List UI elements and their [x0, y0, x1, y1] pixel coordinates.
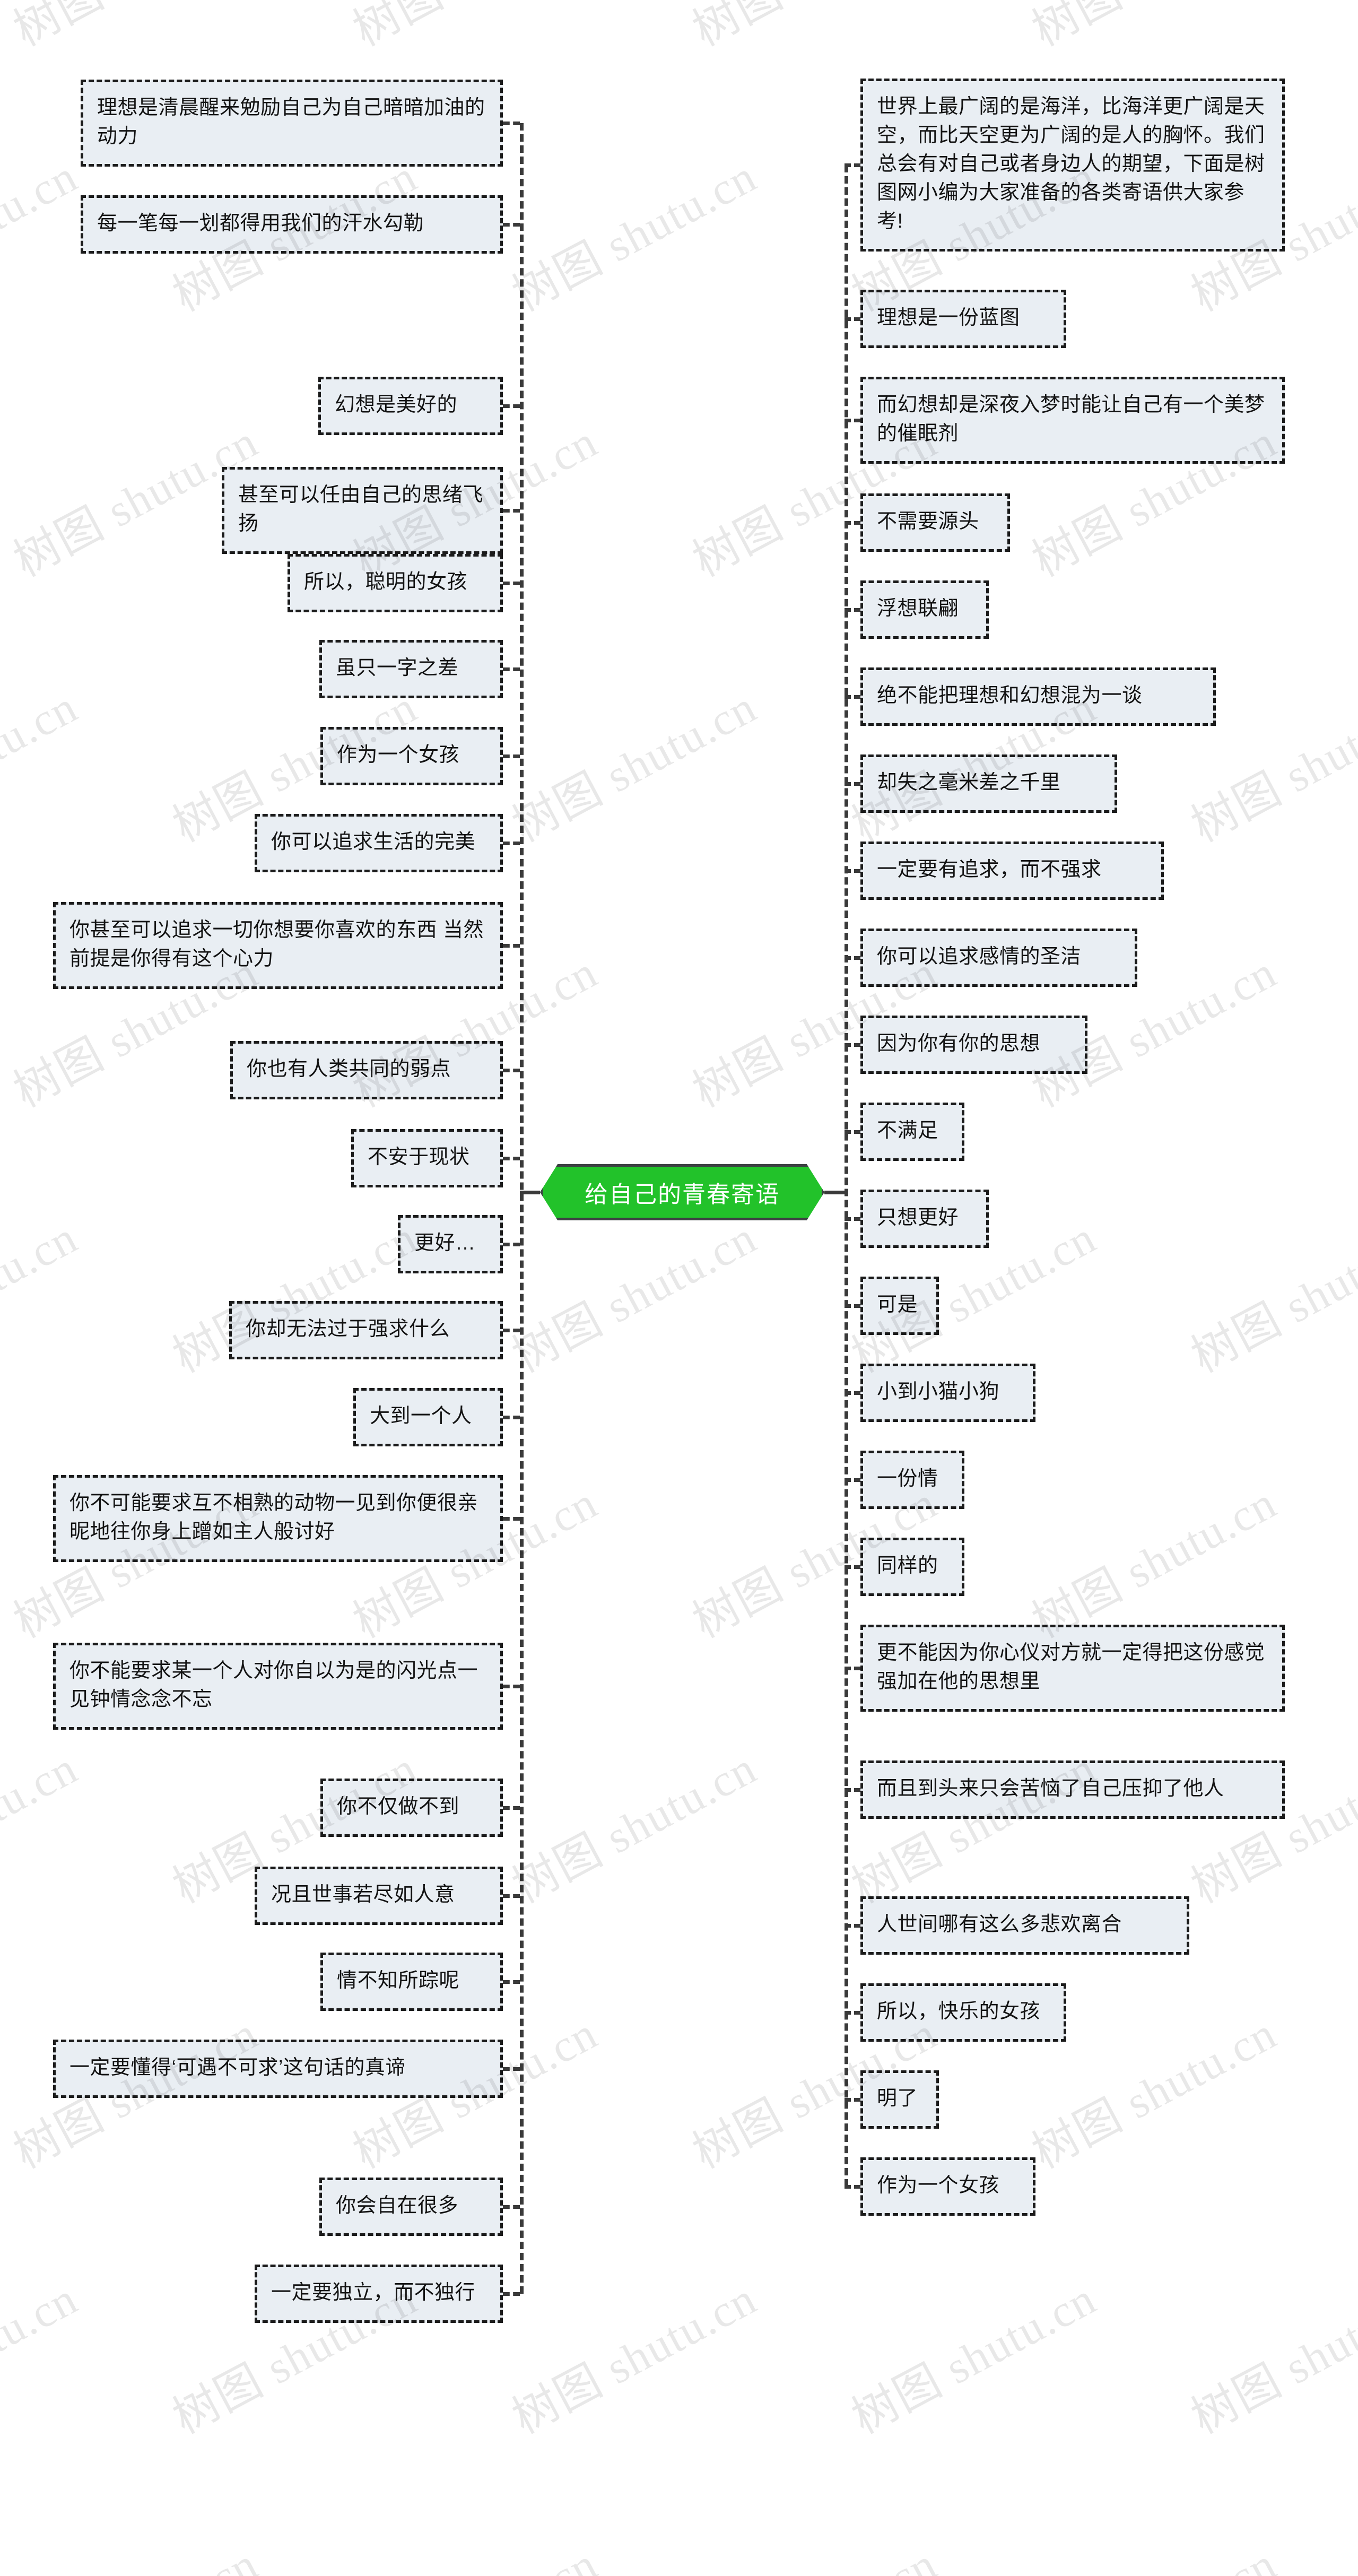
mindmap-node-left-1[interactable]: 理想是清晨醒来勉励自己为自己暗暗加油的动力 — [81, 80, 503, 167]
left-branch-spine — [520, 123, 524, 2294]
branch-connector — [503, 223, 520, 227]
mindmap-node-left-16[interactable]: 你不能要求某一个人对你自以为是的闪光点一见钟情念念不忘 — [53, 1643, 503, 1730]
mindmap-node-left-19[interactable]: 情不知所踪呢 — [320, 1953, 503, 2011]
mindmap-node-left-14[interactable]: 大到一个人 — [353, 1388, 503, 1446]
mindmap-node-right-17[interactable]: 更不能因为你心仪对方就一定得把这份感觉强加在他的思想里 — [860, 1625, 1285, 1712]
watermark-text: 树图 shutu.cn — [504, 1211, 765, 1383]
mindmap-node-right-6[interactable]: 绝不能把理想和幻想混为一谈 — [860, 667, 1216, 726]
watermark-text: 树图 shutu.cn — [504, 150, 765, 322]
branch-connector — [503, 842, 520, 845]
mindmap-node-right-9[interactable]: 你可以追求感情的圣洁 — [860, 929, 1137, 987]
right-branch-spine — [845, 165, 848, 2187]
mindmap-node-right-21[interactable]: 明了 — [860, 2070, 939, 2129]
watermark-text: 树图 shutu.cn — [0, 0, 267, 58]
branch-connector — [503, 944, 520, 948]
mindmap-node-left-15[interactable]: 你不可能要求互不相熟的动物一见到你便很亲昵地往你身上蹭如主人般讨好 — [53, 1475, 503, 1562]
mindmap-node-right-5[interactable]: 浮想联翩 — [860, 580, 989, 639]
root-connector-left — [520, 1191, 540, 1194]
branch-connector — [503, 1416, 520, 1419]
mindmap-node-right-8[interactable]: 一定要有追求，而不强求 — [860, 842, 1164, 900]
mindmap-node-right-12[interactable]: 只想更好 — [860, 1190, 989, 1248]
watermark-text: 树图 shutu.cn — [843, 2273, 1104, 2444]
mindmap-node-left-3[interactable]: 幻想是美好的 — [318, 377, 503, 435]
mindmap-node-right-3[interactable]: 而幻想却是深夜入梦时能让自己有一个美梦的催眠剂 — [860, 377, 1285, 464]
branch-connector — [503, 1517, 520, 1521]
watermark-text: 树图 shutu.cn — [504, 681, 765, 852]
watermark-text: 树图 shutu.cn — [679, 0, 946, 58]
watermark-text: 树图 shutu.cn — [0, 1742, 86, 1913]
mindmap-node-right-1[interactable]: 世界上最广阔的是海洋，比海洋更广阔是天空，而比天空更为广阔的是人的胸怀。我们总会… — [860, 79, 1285, 251]
mindmap-node-right-22[interactable]: 作为一个女孩 — [860, 2157, 1035, 2216]
mindmap-node-right-15[interactable]: 一份情 — [860, 1451, 964, 1509]
branch-connector — [503, 509, 520, 513]
mindmap-node-right-16[interactable]: 同样的 — [860, 1538, 964, 1596]
branch-connector — [503, 1806, 520, 1810]
branch-connector — [503, 1243, 520, 1246]
branch-connector — [503, 1980, 520, 1984]
watermark-text: 树图 shutu.cn — [0, 2273, 86, 2443]
mindmap-node-right-18[interactable]: 而且到头来只会苦恼了自己压抑了他人 — [860, 1760, 1285, 1819]
mindmap-node-left-4[interactable]: 甚至可以任由自己的思绪飞扬 — [222, 467, 503, 554]
mindmap-node-left-6[interactable]: 虽只一字之差 — [319, 640, 503, 698]
branch-connector — [503, 2067, 520, 2071]
mindmap-node-right-11[interactable]: 不满足 — [860, 1103, 964, 1161]
branch-connector — [503, 1329, 520, 1332]
branch-connector — [503, 1069, 520, 1072]
branch-connector — [503, 582, 520, 585]
root-connector-right — [824, 1191, 845, 1194]
mindmap-node-right-4[interactable]: 不需要源头 — [860, 493, 1010, 552]
watermark-text: 树图 shutu.cn — [0, 2527, 267, 2576]
branch-connector — [503, 667, 520, 671]
mindmap-node-left-9[interactable]: 你甚至可以追求一切你想要你喜欢的东西 当然前提是你得有这个心力 — [53, 902, 503, 989]
mindmap-node-left-22[interactable]: 一定要独立，而不独行 — [255, 2265, 503, 2323]
watermark-text: 树图 shutu.cn — [1183, 1211, 1358, 1383]
mindmap-node-left-11[interactable]: 不安于现状 — [351, 1129, 503, 1187]
mindmap-node-left-21[interactable]: 你会自在很多 — [319, 2178, 503, 2236]
branch-connector — [503, 1157, 520, 1160]
mindmap-node-right-13[interactable]: 可是 — [860, 1277, 939, 1335]
mindmap-node-left-17[interactable]: 你不仅做不到 — [320, 1779, 503, 1837]
watermark-text: 树图 shutu.cn — [1183, 2273, 1358, 2444]
watermark-text: 树图 shutu.cn — [0, 150, 86, 321]
branch-connector — [503, 2205, 520, 2209]
mindmap-node-right-14[interactable]: 小到小猫小狗 — [860, 1364, 1035, 1422]
watermark-text: 树图 shutu.cn — [340, 2527, 607, 2576]
watermark-text: 树图 shutu.cn — [340, 0, 607, 58]
branch-connector — [503, 2292, 520, 2296]
root-node[interactable]: 给自己的青春寄语 — [540, 1164, 824, 1220]
watermark-text: 树图 shutu.cn — [1024, 1477, 1285, 1648]
branch-connector — [503, 1894, 520, 1898]
watermark-text: 树图 shutu.cn — [0, 1211, 86, 1382]
mindmap-node-right-10[interactable]: 因为你有你的思想 — [860, 1016, 1087, 1074]
mindmap-node-right-19[interactable]: 人世间哪有这么多悲欢离合 — [860, 1896, 1189, 1955]
watermark-text: 树图 shutu.cn — [1019, 2527, 1286, 2576]
branch-connector — [503, 122, 520, 125]
watermark-text: 树图 shutu.cn — [1019, 0, 1286, 58]
watermark-text: 树图 shutu.cn — [843, 1742, 1104, 1913]
mindmap-node-right-2[interactable]: 理想是一份蓝图 — [860, 290, 1066, 348]
mindmap-node-left-20[interactable]: 一定要懂得‘可遇不可求’这句话的真谛 — [53, 2040, 503, 2098]
mindmap-node-left-2[interactable]: 每一笔每一划都得用我们的汗水勾勒 — [81, 195, 503, 254]
mindmap-node-right-7[interactable]: 却失之毫米差之千里 — [860, 754, 1117, 813]
mindmap-canvas: 理想是清晨醒来勉励自己为自己暗暗加油的动力每一笔每一划都得用我们的汗水勾勒幻想是… — [0, 0, 1358, 2576]
mindmap-node-left-10[interactable]: 你也有人类共同的弱点 — [230, 1041, 503, 1099]
mindmap-node-left-5[interactable]: 所以，聪明的女孩 — [288, 554, 503, 612]
mindmap-node-left-18[interactable]: 况且世事若尽如人意 — [255, 1867, 503, 1925]
mindmap-node-right-20[interactable]: 所以，快乐的女孩 — [860, 1983, 1066, 2042]
mindmap-node-left-8[interactable]: 你可以追求生活的完美 — [255, 814, 503, 872]
watermark-text: 树图 shutu.cn — [504, 2273, 765, 2444]
branch-connector — [503, 1685, 520, 1688]
watermark-text: 树图 shutu.cn — [0, 681, 86, 852]
watermark-text: 树图 shutu.cn — [504, 1742, 765, 1913]
mindmap-node-left-13[interactable]: 你却无法过于强求什么 — [229, 1301, 503, 1359]
mindmap-node-left-7[interactable]: 作为一个女孩 — [320, 727, 503, 785]
branch-connector — [503, 754, 520, 758]
root-node-label: 给自己的青春寄语 — [585, 1182, 780, 1208]
watermark-text: 树图 shutu.cn — [1183, 1742, 1358, 1913]
watermark-text: 树图 shutu.cn — [679, 2527, 946, 2576]
branch-connector — [503, 404, 520, 408]
mindmap-node-left-12[interactable]: 更好… — [398, 1215, 503, 1273]
